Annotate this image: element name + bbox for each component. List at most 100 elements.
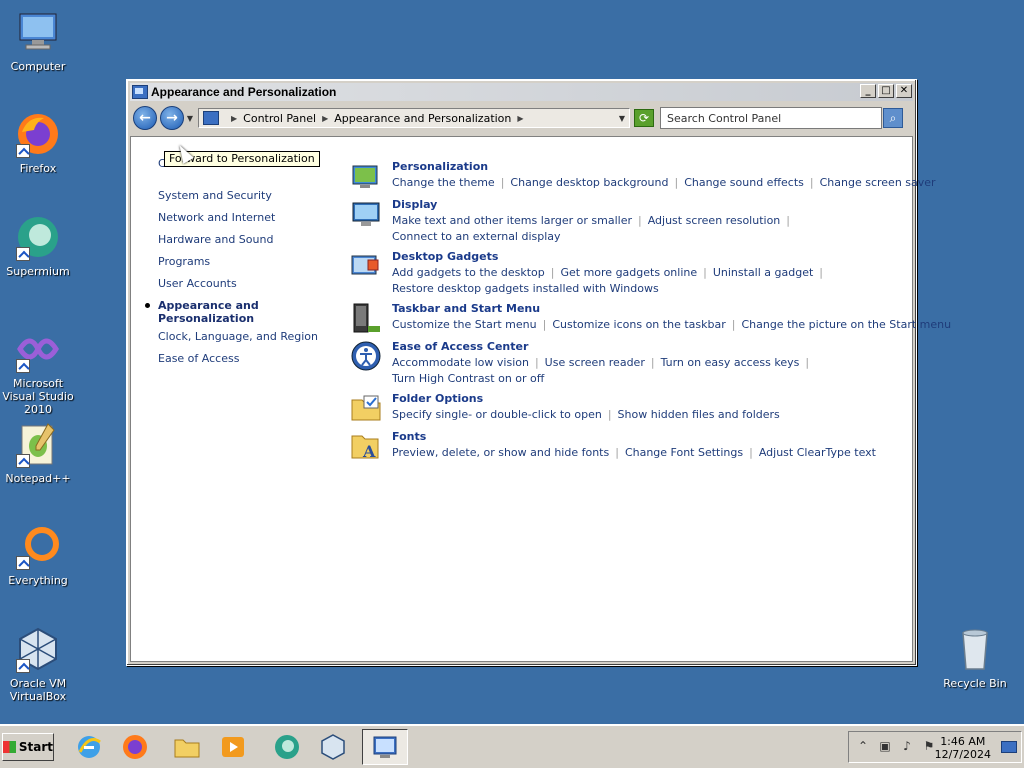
svg-text:A: A — [362, 442, 376, 461]
network-icon[interactable]: ▣ — [877, 739, 893, 755]
link-screen-reader[interactable]: Use screen reader — [545, 356, 645, 369]
back-button[interactable]: ← — [133, 106, 157, 130]
category-title[interactable]: Taskbar and Start Menu — [392, 302, 540, 315]
address-dropdown-icon[interactable]: ▼ — [619, 114, 625, 123]
title-bar[interactable]: Appearance and Personalization _ □ ✕ — [130, 83, 913, 101]
nav-clock-language-region[interactable]: Clock, Language, and Region — [158, 330, 318, 343]
link-screen-resolution[interactable]: Adjust screen resolution — [648, 214, 781, 227]
breadcrumb-appearance[interactable]: Appearance and Personalization — [334, 112, 511, 125]
taskbar-supermium[interactable] — [270, 730, 304, 764]
desktop-icon-everything[interactable]: Everything — [0, 522, 76, 587]
search-input[interactable]: Search Control Panel — [660, 107, 882, 129]
current-page-bullet — [145, 303, 150, 308]
desktop-icon-label: Computer — [10, 60, 66, 73]
breadcrumb-control-panel[interactable]: Control Panel — [243, 112, 316, 125]
nav-user-accounts[interactable]: User Accounts — [158, 277, 237, 290]
taskbar-firefox[interactable] — [118, 730, 152, 764]
link-restore-gadgets[interactable]: Restore desktop gadgets installed with W… — [392, 282, 659, 295]
taskbar-virtualbox[interactable] — [316, 730, 350, 764]
link-change-theme[interactable]: Change the theme — [392, 176, 495, 189]
chevron-right-icon[interactable]: ▶ — [517, 114, 523, 123]
desktop-icon-label: Oracle VM VirtualBox — [9, 677, 67, 703]
desktop-icon-label: Recycle Bin — [943, 677, 1007, 690]
category-title[interactable]: Desktop Gadgets — [392, 250, 498, 263]
link-access-keys[interactable]: Turn on easy access keys — [661, 356, 800, 369]
link-divider: | — [615, 446, 619, 459]
link-customize-start[interactable]: Customize the Start menu — [392, 318, 537, 331]
link-change-background[interactable]: Change desktop background — [510, 176, 668, 189]
control-panel-window: Appearance and Personalization _ □ ✕ ← →… — [126, 79, 951, 666]
taskbar-media-player[interactable] — [216, 730, 250, 764]
nav-programs[interactable]: Programs — [158, 255, 210, 268]
show-hidden-icons-icon[interactable]: ⌃ — [855, 739, 871, 755]
taskbar-control-panel[interactable] — [362, 729, 408, 765]
taskbar-internet-explorer[interactable] — [72, 730, 106, 764]
nav-system-security[interactable]: System and Security — [158, 189, 272, 202]
link-divider: | — [819, 266, 824, 279]
volume-muted-icon[interactable]: ♪ — [899, 739, 915, 755]
category-title[interactable]: Fonts — [392, 430, 426, 443]
recent-pages-dropdown[interactable]: ▼ — [184, 114, 196, 123]
show-desktop-icon[interactable] — [1001, 741, 1017, 753]
desktop-icon-label: Notepad++ — [5, 472, 71, 485]
link-divider: | — [550, 266, 555, 279]
ease-of-access-icon — [351, 341, 381, 371]
category-title[interactable]: Ease of Access Center — [392, 340, 528, 353]
link-change-screen-saver[interactable]: Change screen saver — [820, 176, 936, 189]
search-icon: ⌕ — [889, 110, 897, 125]
nav-network-internet[interactable]: Network and Internet — [158, 211, 275, 224]
chevron-right-icon[interactable]: ▶ — [231, 114, 237, 123]
minimize-button[interactable]: _ — [860, 84, 876, 98]
gadgets-icon — [351, 255, 379, 275]
link-font-settings[interactable]: Change Font Settings — [625, 446, 743, 459]
close-button[interactable]: ✕ — [896, 84, 912, 98]
link-uninstall-gadget[interactable]: Uninstall a gadget — [713, 266, 813, 279]
link-more-gadgets[interactable]: Get more gadgets online — [560, 266, 697, 279]
desktop-icon-supermium[interactable]: Supermium — [0, 213, 76, 278]
link-external-display[interactable]: Connect to an external display — [392, 230, 561, 243]
desktop-icon-label: Supermium — [6, 265, 70, 278]
desktop-icon-computer[interactable]: Computer — [0, 8, 76, 73]
taskbar-explorer[interactable] — [170, 730, 204, 764]
link-change-sound-effects[interactable]: Change sound effects — [684, 176, 804, 189]
link-text-size[interactable]: Make text and other items larger or smal… — [392, 214, 632, 227]
nav-ease-of-access[interactable]: Ease of Access — [158, 352, 239, 365]
desktop-icon-notepadpp[interactable]: Notepad++ — [0, 420, 76, 485]
category-title[interactable]: Display — [392, 198, 437, 211]
shortcut-arrow-icon — [16, 556, 30, 570]
nav-appearance-personalization[interactable]: Appearance and Personalization — [158, 299, 268, 325]
taskbar-icon — [353, 303, 380, 333]
start-button[interactable]: Start — [2, 733, 54, 761]
search-button[interactable]: ⌕ — [883, 108, 903, 128]
refresh-icon: ⟳ — [638, 111, 650, 125]
chevron-right-icon[interactable]: ▶ — [322, 114, 328, 123]
link-preview-fonts[interactable]: Preview, delete, or show and hide fonts — [392, 446, 609, 459]
desktop-icon-firefox[interactable]: Firefox — [0, 110, 76, 175]
maximize-button[interactable]: □ — [878, 84, 894, 98]
taskbar: Start ⌃ ▣ ♪ ⚑ 1:46 AM 12/7/2024 — [0, 724, 1024, 768]
link-customize-taskbar-icons[interactable]: Customize icons on the taskbar — [552, 318, 725, 331]
media-player-icon — [222, 737, 244, 757]
breadcrumb[interactable]: ▶ Control Panel ▶ Appearance and Persona… — [198, 108, 630, 128]
shortcut-arrow-icon — [16, 247, 30, 261]
desktop-icon-recycle-bin[interactable]: Recycle Bin — [937, 625, 1013, 690]
refresh-button[interactable]: ⟳ — [634, 109, 654, 127]
address-bar: ← → ▼ ▶ Control Panel ▶ Appearance and P… — [130, 104, 913, 132]
link-hidden-files[interactable]: Show hidden files and folders — [618, 408, 780, 421]
link-high-contrast[interactable]: Turn High Contrast on or off — [392, 372, 544, 385]
link-low-vision[interactable]: Accommodate low vision — [392, 356, 529, 369]
forward-button[interactable]: → — [160, 106, 184, 130]
link-cleartype[interactable]: Adjust ClearType text — [759, 446, 876, 459]
nav-hardware-sound[interactable]: Hardware and Sound — [158, 233, 273, 246]
recycle-bin-icon — [951, 625, 999, 673]
link-change-start-picture[interactable]: Change the picture on the Start menu — [741, 318, 951, 331]
link-single-double-click[interactable]: Specify single- or double-click to open — [392, 408, 602, 421]
desktop-icon-visual-studio[interactable]: Microsoft Visual Studio 2010 — [0, 325, 76, 416]
shortcut-arrow-icon — [16, 144, 30, 158]
category-title[interactable]: Folder Options — [392, 392, 483, 405]
link-add-gadgets[interactable]: Add gadgets to the desktop — [392, 266, 545, 279]
category-title[interactable]: Personalization — [392, 160, 488, 173]
desktop-icon-virtualbox[interactable]: Oracle VM VirtualBox — [0, 625, 76, 703]
chevron-down-icon: ▼ — [186, 113, 194, 123]
clock[interactable]: 1:46 AM 12/7/2024 — [935, 735, 991, 761]
